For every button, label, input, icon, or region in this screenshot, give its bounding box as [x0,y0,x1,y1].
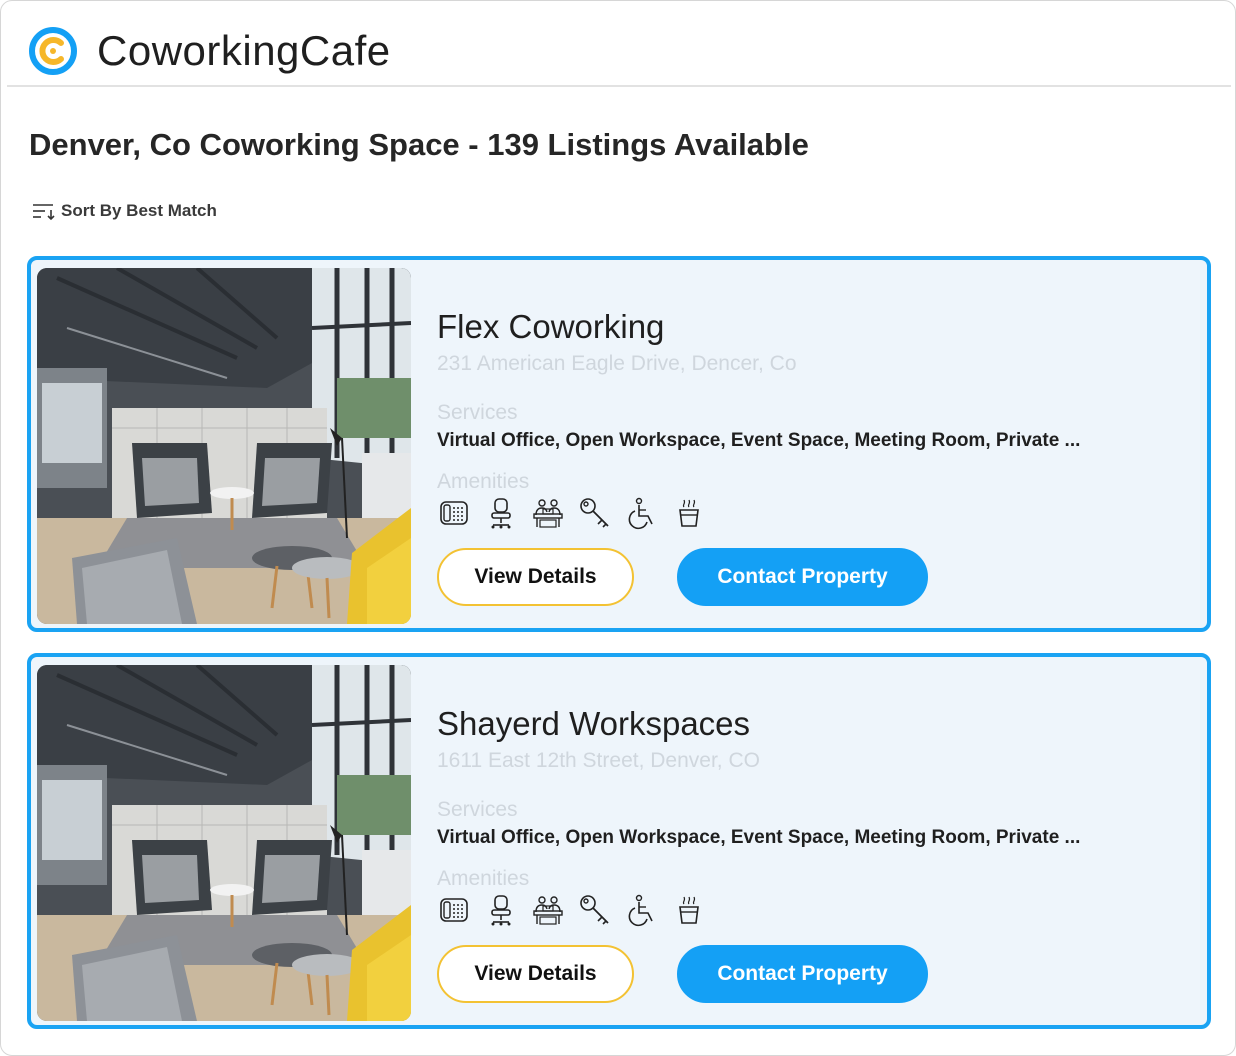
listing-card[interactable]: Flex Coworking 231 American Eagle Drive,… [27,256,1211,632]
page-title: Denver, Co Coworking Space - 139 Listing… [29,127,809,162]
sort-dropdown[interactable]: Sort By Best Match [31,200,217,222]
key-icon [578,496,612,530]
listing-card[interactable]: Shayerd Workspaces 1611 East 12th Street… [27,653,1211,1029]
services-label: Services [437,798,518,821]
amenities-label: Amenities [437,470,530,493]
view-details-button[interactable]: View Details [437,945,634,1003]
listing-photo[interactable] [37,665,411,1021]
services-list: Virtual Office, Open Workspace, Event Sp… [437,430,1081,451]
office-chair-icon [484,893,518,927]
key-icon [578,893,612,927]
listing-address: 1611 East 12th Street, Denver, CO [437,749,760,772]
coffee-cup-icon [672,893,706,927]
office-chair-icon [484,496,518,530]
wheelchair-accessible-icon [625,893,659,927]
contact-property-button[interactable]: Contact Property [677,945,928,1003]
phone-icon [437,893,471,927]
amenities-row [437,496,719,530]
phone-icon [437,496,471,530]
listing-photo[interactable] [37,268,411,624]
amenities-label: Amenities [437,867,530,890]
sort-label: Sort By Best Match [61,201,217,220]
wheelchair-accessible-icon [625,496,659,530]
office-interior-image [37,268,411,624]
top-bar: CoworkingCafe [1,1,1235,87]
coworkingcafe-logo-icon [29,27,77,75]
sort-icon [33,204,55,221]
office-interior-image [37,665,411,1021]
brand-name: CoworkingCafe [97,27,391,74]
coffee-cup-icon [672,496,706,530]
header-divider [7,85,1231,87]
view-details-button[interactable]: View Details [437,548,634,606]
services-list: Virtual Office, Open Workspace, Event Sp… [437,827,1081,848]
brand[interactable]: CoworkingCafe [27,25,391,77]
contact-property-button[interactable]: Contact Property [677,548,928,606]
listing-name[interactable]: Flex Coworking [437,308,664,346]
meeting-table-icon [531,893,565,927]
meeting-table-icon [531,496,565,530]
listing-address: 231 American Eagle Drive, Dencer, Co [437,352,797,375]
app-window: CoworkingCafe Denver, Co Coworking Space… [0,0,1236,1056]
amenities-row [437,893,719,927]
services-label: Services [437,401,518,424]
listing-name[interactable]: Shayerd Workspaces [437,705,750,743]
